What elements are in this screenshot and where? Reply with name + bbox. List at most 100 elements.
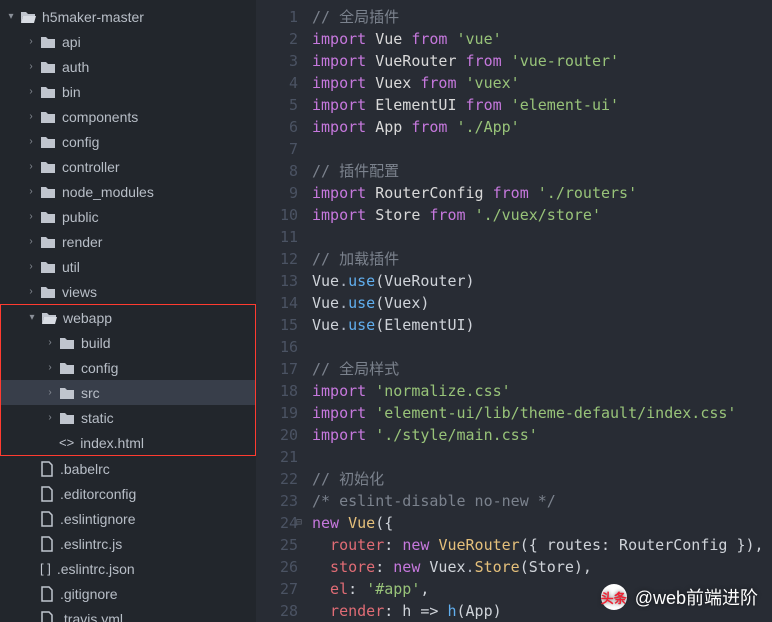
tree-item-views[interactable]: ›views (0, 279, 256, 304)
tree-item--gitignore[interactable]: .gitignore (0, 581, 256, 606)
tree-item-label: build (81, 335, 111, 351)
tree-item-node-modules[interactable]: ›node_modules (0, 179, 256, 204)
tree-item--babelrc[interactable]: .babelrc (0, 456, 256, 481)
code-line[interactable]: import Store from './vuex/store' (312, 204, 764, 226)
code-line[interactable]: Vue.use(VueRouter) (312, 270, 764, 292)
code-line[interactable]: import Vue from 'vue' (312, 28, 764, 50)
tree-item-label: index.html (80, 435, 144, 451)
tree-item-index-html[interactable]: <> index.html (1, 430, 255, 455)
chevron-right-icon: › (26, 211, 36, 222)
line-number: 3 (256, 50, 298, 72)
token-comment: // 加载插件 (312, 250, 399, 268)
token-keyword: import (312, 96, 375, 114)
code-line[interactable] (312, 446, 764, 468)
line-number: 26 (256, 556, 298, 578)
tree-item-components[interactable]: ›components (0, 104, 256, 129)
folder-icon (40, 35, 56, 49)
code-line[interactable]: Vue.use(ElementUI) (312, 314, 764, 336)
folder-icon (40, 85, 56, 99)
token-ident: Store (375, 206, 429, 224)
line-number: 19 (256, 402, 298, 424)
code-content[interactable]: // 全局插件import Vue from 'vue'import VueRo… (308, 0, 764, 622)
token-keyword: new (312, 514, 348, 532)
line-number: 6 (256, 116, 298, 138)
tree-item--eslintignore[interactable]: .eslintignore (0, 506, 256, 531)
tree-item-render[interactable]: ›render (0, 229, 256, 254)
token-plain: Vuex (429, 558, 465, 576)
tree-item-config[interactable]: ›config (0, 129, 256, 154)
tree-root-label: h5maker-master (42, 9, 144, 25)
code-line[interactable]: import VueRouter from 'vue-router' (312, 50, 764, 72)
chevron-right-icon: › (26, 61, 36, 72)
tree-item-label: .eslintrc.js (60, 536, 122, 552)
code-line[interactable]: // 插件配置 (312, 160, 764, 182)
tree-item-controller[interactable]: ›controller (0, 154, 256, 179)
folder-icon (40, 110, 56, 124)
tree-root[interactable]: ▾h5maker-master (0, 4, 256, 29)
code-line[interactable]: Vue.use(Vuex) (312, 292, 764, 314)
code-editor[interactable]: 1234567891011121314151617181920212223242… (256, 0, 772, 622)
line-number: 28 (256, 600, 298, 622)
token-punct: . (339, 272, 348, 290)
token-plain: ({ routes: RouterConfig }), (520, 536, 764, 554)
code-line[interactable]: import Vuex from 'vuex' (312, 72, 764, 94)
token-ident: Vuex (375, 74, 420, 92)
code-line[interactable]: // 全局样式 (312, 358, 764, 380)
folder-icon (59, 336, 75, 350)
code-line[interactable]: import './style/main.css' (312, 424, 764, 446)
tree-item-bin[interactable]: ›bin (0, 79, 256, 104)
token-punct: . (466, 558, 475, 576)
file-icon (40, 486, 54, 502)
token-from: from (493, 184, 538, 202)
chevron-right-icon: › (45, 362, 55, 373)
tree-item-api[interactable]: ›api (0, 29, 256, 54)
folder-icon (59, 361, 75, 375)
tree-item-label: .gitignore (60, 586, 118, 602)
code-line[interactable] (312, 336, 764, 358)
code-line[interactable]: // 初始化 (312, 468, 764, 490)
tree-item--eslintrc-json[interactable]: [ ].eslintrc.json (0, 556, 256, 581)
tree-item-label: .editorconfig (60, 486, 136, 502)
tree-item--travis-yml[interactable]: .travis.yml (0, 606, 256, 622)
tree-item-label: api (62, 34, 81, 50)
code-line[interactable]: import RouterConfig from './routers' (312, 182, 764, 204)
tree-item-static[interactable]: ›static (1, 405, 255, 430)
tree-item-label: webapp (63, 310, 112, 326)
code-line[interactable]: router: new VueRouter({ routes: RouterCo… (312, 534, 764, 556)
line-number: 8 (256, 160, 298, 182)
token-this: Vue (348, 514, 375, 532)
tree-item--eslintrc-js[interactable]: .eslintrc.js (0, 531, 256, 556)
chevron-right-icon: › (26, 136, 36, 147)
code-line[interactable]: import 'element-ui/lib/theme-default/ind… (312, 402, 764, 424)
code-line[interactable] (312, 226, 764, 248)
tree-item-webapp[interactable]: ▾webapp (1, 305, 255, 330)
line-number: 20 (256, 424, 298, 446)
tree-item-auth[interactable]: ›auth (0, 54, 256, 79)
code-line[interactable] (312, 138, 764, 160)
tree-item-label: render (62, 234, 102, 250)
code-line[interactable]: /* eslint-disable no-new */ (312, 490, 764, 512)
file-icon (40, 611, 54, 622)
file-icon: <> (59, 435, 74, 450)
watermark: 头条 @web前端进阶 (601, 584, 758, 610)
code-line[interactable]: import App from './App' (312, 116, 764, 138)
tree-item-build[interactable]: ›build (1, 330, 255, 355)
code-line[interactable]: store: new Vuex.Store(Store), (312, 556, 764, 578)
code-line[interactable]: import 'normalize.css' (312, 380, 764, 402)
code-line[interactable]: ⊟new Vue({ (312, 512, 764, 534)
file-explorer[interactable]: ▾h5maker-master ›api›auth›bin›components… (0, 0, 256, 622)
code-line[interactable]: import ElementUI from 'element-ui' (312, 94, 764, 116)
code-line[interactable]: // 全局插件 (312, 6, 764, 28)
tree-item-config[interactable]: ›config (1, 355, 255, 380)
tree-item-util[interactable]: ›util (0, 254, 256, 279)
token-plain: Vue (312, 294, 339, 312)
code-line[interactable]: // 加载插件 (312, 248, 764, 270)
tree-item--editorconfig[interactable]: .editorconfig (0, 481, 256, 506)
token-string: './App' (457, 118, 520, 136)
fold-icon[interactable]: ⊟ (296, 512, 302, 534)
token-ident: Vue (375, 30, 411, 48)
tree-item-src[interactable]: ›src (1, 380, 255, 405)
line-number: 18 (256, 380, 298, 402)
token-from: from (420, 74, 465, 92)
tree-item-public[interactable]: ›public (0, 204, 256, 229)
